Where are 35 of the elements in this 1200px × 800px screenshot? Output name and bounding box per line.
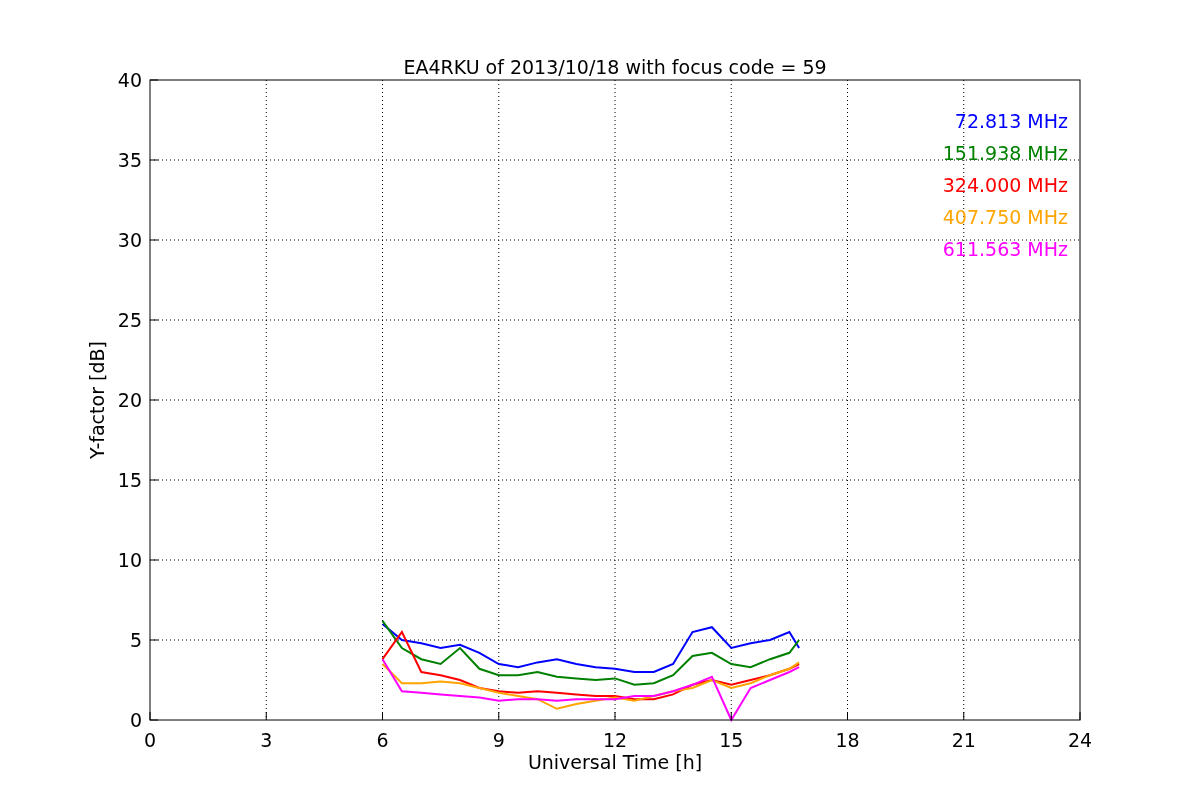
legend-label: 324.000 MHz	[942, 174, 1068, 196]
x-tick-label: 15	[719, 729, 744, 751]
y-tick-label: 5	[129, 629, 142, 651]
y-tick-label: 25	[117, 309, 142, 331]
y-tick-label: 35	[117, 149, 142, 171]
y-tick-label: 40	[117, 69, 142, 91]
y-axis-label: Y-factor [dB]	[86, 341, 108, 459]
y-tick-label: 0	[129, 709, 142, 731]
x-tick-label: 3	[260, 729, 273, 751]
x-tick-label: 24	[1067, 729, 1093, 751]
legend-label: 611.563 MHz	[942, 238, 1068, 260]
tick-mark	[265, 711, 267, 721]
legend-label: 407.750 MHz	[942, 206, 1068, 228]
tick-mark	[1079, 711, 1081, 721]
tick-mark	[730, 711, 732, 721]
x-axis-label: Universal Time [h]	[527, 751, 703, 773]
tick-mark	[614, 711, 616, 721]
chart-title: EA4RKU of 2013/10/18 with focus code = 59	[403, 56, 827, 78]
legend-label: 72.813 MHz	[954, 110, 1068, 132]
y-tick-label: 15	[117, 469, 142, 491]
tick-mark	[498, 711, 500, 721]
y-tick-label: 20	[117, 389, 142, 411]
x-tick-label: 21	[951, 729, 976, 751]
y-tick-label: 10	[117, 549, 142, 571]
y-tick-label: 30	[117, 229, 142, 251]
tick-mark	[847, 711, 848, 721]
x-tick-label: 9	[492, 729, 505, 751]
tick-mark	[963, 711, 965, 721]
tick-mark	[149, 79, 159, 81]
x-tick-label: 12	[602, 729, 628, 751]
x-tick-label: 0	[143, 729, 157, 751]
legend-label: 151.938 MHz	[942, 142, 1068, 164]
x-tick-label: 6	[376, 729, 389, 751]
tick-mark	[382, 711, 383, 721]
x-tick-label: 18	[835, 729, 860, 751]
